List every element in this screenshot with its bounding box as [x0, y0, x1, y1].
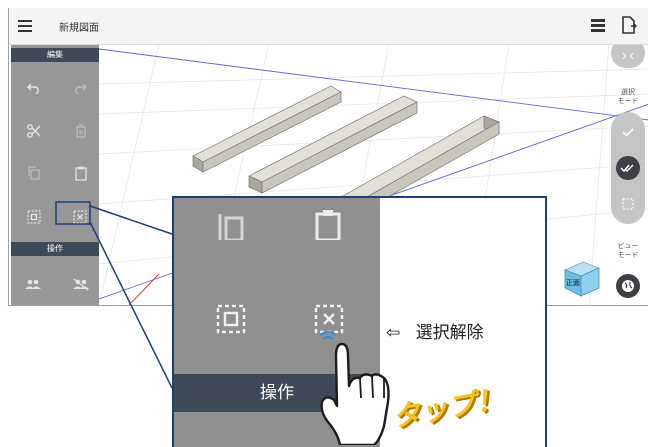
deselect-icon[interactable] [73, 210, 87, 224]
delete-icon[interactable] [75, 124, 87, 138]
zoomed-copy-icon [218, 214, 244, 240]
select-all-icon[interactable] [27, 210, 41, 224]
globe-icon [622, 280, 634, 292]
hamburger-menu-icon[interactable] [17, 17, 33, 35]
x-axis-line [98, 48, 648, 121]
view-mode-label: ビュー モード [617, 242, 639, 259]
zoomed-paste-icon [315, 210, 341, 240]
multi-select-button[interactable] [616, 156, 640, 180]
view-cube[interactable]: 正面 [561, 256, 603, 300]
single-select-button[interactable] [616, 120, 640, 144]
redo-icon[interactable] [73, 82, 87, 94]
copy-icon[interactable] [27, 166, 41, 180]
operation-section-header: 操作 [11, 242, 99, 256]
view-cube-front-label: 正面 [566, 279, 580, 287]
list-view-icon[interactable] [591, 18, 605, 32]
hand-pointer-icon [320, 342, 390, 445]
check-icon [622, 128, 634, 137]
left-tool-panel: 編集 操作 [11, 44, 99, 305]
select-mode-label: 選択 モード [617, 88, 639, 105]
cut-icon[interactable] [27, 124, 41, 138]
undo-icon[interactable] [27, 82, 41, 94]
mode-button-group [611, 112, 645, 224]
document-export-icon[interactable] [621, 16, 637, 34]
drawing-title: 新規図面 [59, 23, 99, 34]
right-mode-panel: 選択 モード ビュー モード [607, 38, 648, 305]
group-icon[interactable] [25, 278, 41, 290]
edit-section-header: 編集 [11, 48, 99, 62]
zoomed-select-all-icon [216, 304, 246, 334]
view-mode-button[interactable] [616, 274, 640, 298]
annotation-text: 選択解除 [415, 323, 484, 343]
top-bar: 新規図面 [9, 8, 648, 45]
collapse-arrows-icon [622, 52, 634, 60]
dashed-rectangle-icon [622, 198, 634, 210]
deselect-annotation: ⇦ 選択解除 [386, 318, 484, 343]
z-axis-line [128, 273, 160, 305]
double-check-icon [620, 164, 634, 173]
ungroup-icon[interactable] [73, 278, 89, 291]
area-select-button[interactable] [616, 192, 640, 216]
paste-icon[interactable] [75, 166, 87, 181]
